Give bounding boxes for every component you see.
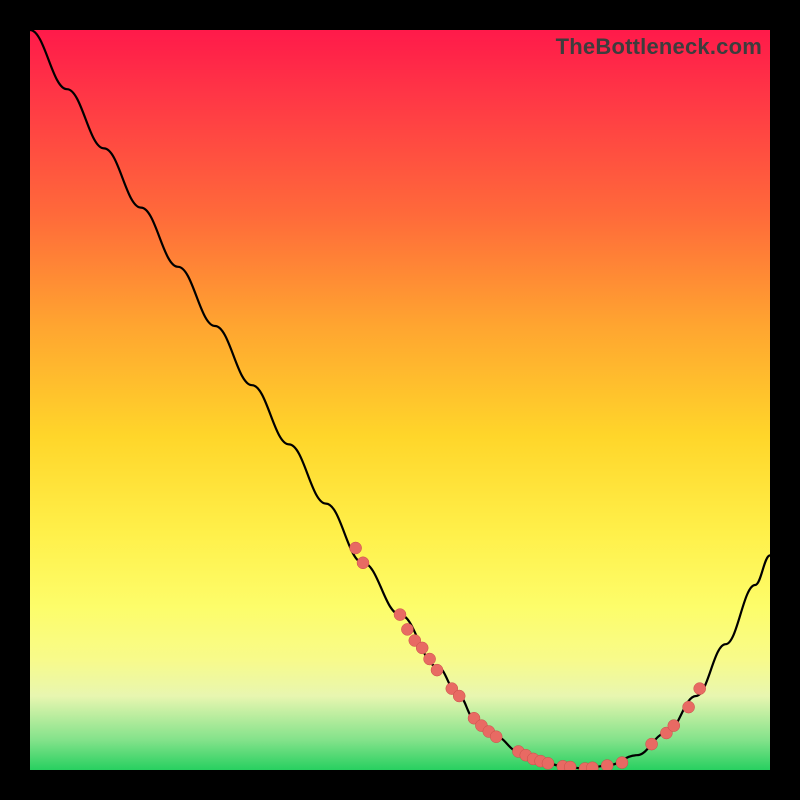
curve-marker	[357, 557, 369, 569]
curve-marker	[542, 757, 554, 769]
curve-marker	[424, 653, 436, 665]
chart-frame: TheBottleneck.com	[30, 30, 770, 770]
curve-marker	[394, 609, 406, 621]
bottleneck-curve	[30, 30, 770, 769]
curve-marker	[350, 542, 362, 554]
curve-marker	[431, 664, 443, 676]
curve-marker	[453, 690, 465, 702]
curve-markers	[350, 542, 706, 770]
curve-marker	[416, 642, 428, 654]
curve-marker	[668, 720, 680, 732]
chart-overlay	[30, 30, 770, 770]
curve-marker	[683, 701, 695, 713]
curve-marker	[616, 757, 628, 769]
curve-marker	[490, 731, 502, 743]
curve-marker	[646, 738, 658, 750]
curve-marker	[401, 623, 413, 635]
curve-marker	[586, 762, 598, 770]
curve-marker	[694, 683, 706, 695]
curve-marker	[601, 760, 613, 770]
